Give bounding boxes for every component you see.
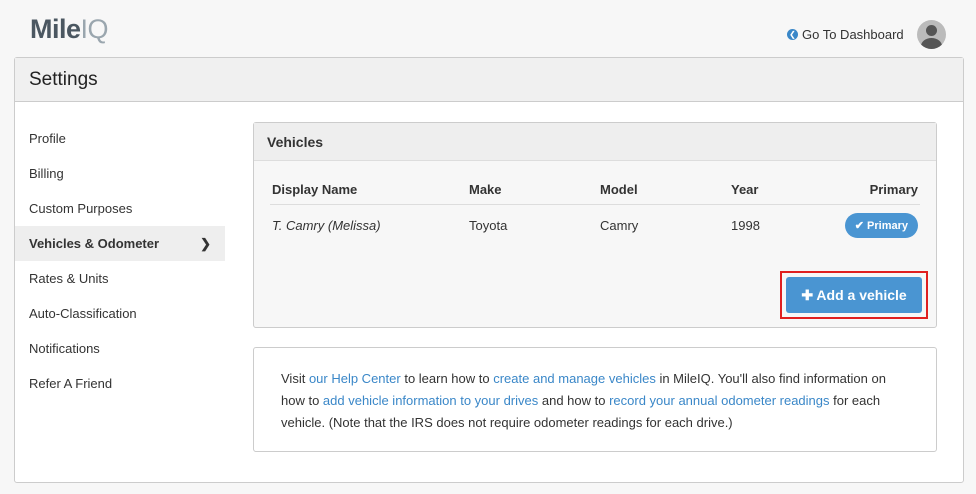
- vehicles-title: Vehicles: [254, 123, 936, 161]
- help-info-box: Visit our Help Center to learn how to cr…: [253, 347, 937, 452]
- settings-sidebar: Profile Billing Custom Purposes Vehicles…: [15, 121, 225, 401]
- logo-accent: IQ: [80, 14, 109, 44]
- sidebar-item-profile[interactable]: Profile: [15, 121, 225, 156]
- dashboard-link-label: Go To Dashboard: [802, 27, 904, 42]
- sidebar-item-refer-a-friend[interactable]: Refer A Friend: [15, 366, 225, 401]
- add-vehicle-button[interactable]: ✚ Add a vehicle: [786, 277, 922, 313]
- plus-icon: ✚: [801, 286, 817, 303]
- sidebar-item-vehicles-odometer[interactable]: Vehicles & Odometer ❯: [15, 226, 225, 261]
- column-display-name: Display Name: [270, 175, 467, 205]
- table-header: Display Name Make Model Year Primary: [270, 175, 920, 205]
- page-title: Settings: [15, 58, 963, 102]
- sidebar-item-rates-units[interactable]: Rates & Units: [15, 261, 225, 296]
- info-text: and how to: [538, 393, 610, 408]
- sidebar-item-label: Vehicles & Odometer: [29, 236, 160, 251]
- sidebar-item-auto-classification[interactable]: Auto-Classification: [15, 296, 225, 331]
- info-text: to learn how to: [400, 371, 494, 386]
- vehicles-panel: Vehicles Display Name Make Model Year Pr…: [253, 122, 937, 328]
- vehicle-name: T. Camry (Melissa): [272, 218, 381, 233]
- logo-text: Mile: [30, 14, 81, 44]
- highlight-box: ✚ Add a vehicle: [780, 271, 928, 319]
- manage-vehicles-link[interactable]: create and manage vehicles: [493, 371, 656, 386]
- vehicle-info-drives-link[interactable]: add vehicle information to your drives: [323, 393, 538, 408]
- vehicle-model: Camry: [600, 218, 639, 233]
- help-center-link[interactable]: our Help Center: [309, 371, 401, 386]
- column-make: Make: [467, 175, 598, 205]
- avatar[interactable]: [917, 20, 946, 49]
- column-year: Year: [729, 175, 787, 205]
- vehicle-make: Toyota: [469, 218, 508, 233]
- table-row[interactable]: T. Camry (Melissa) Toyota Camry 1998 ✔ P…: [270, 205, 920, 247]
- info-text: Visit: [281, 371, 309, 386]
- settings-panel: Settings Profile Billing Custom Purposes…: [14, 57, 964, 483]
- column-model: Model: [598, 175, 729, 205]
- vehicle-year: 1998: [731, 218, 760, 233]
- sidebar-item-custom-purposes[interactable]: Custom Purposes: [15, 191, 225, 226]
- check-icon: ✔: [854, 220, 868, 232]
- sidebar-item-billing[interactable]: Billing: [15, 156, 225, 191]
- add-vehicle-label: Add a vehicle: [816, 286, 907, 303]
- primary-label: Primary: [867, 220, 908, 232]
- primary-badge: ✔ Primary: [844, 213, 918, 238]
- sidebar-item-notifications[interactable]: Notifications: [15, 331, 225, 366]
- chevron-right-icon: ❯: [200, 236, 211, 251]
- go-to-dashboard-link[interactable]: ❮ Go To Dashboard: [787, 27, 904, 42]
- arrow-left-circle-icon: ❮: [787, 29, 798, 40]
- mileiq-logo: MileIQ: [30, 14, 109, 45]
- vehicles-table: Display Name Make Model Year Primary T. …: [270, 175, 920, 246]
- odometer-readings-link[interactable]: record your annual odometer readings: [609, 393, 829, 408]
- column-primary: Primary: [786, 175, 920, 205]
- primary-cell: ✔ Primary: [786, 205, 920, 247]
